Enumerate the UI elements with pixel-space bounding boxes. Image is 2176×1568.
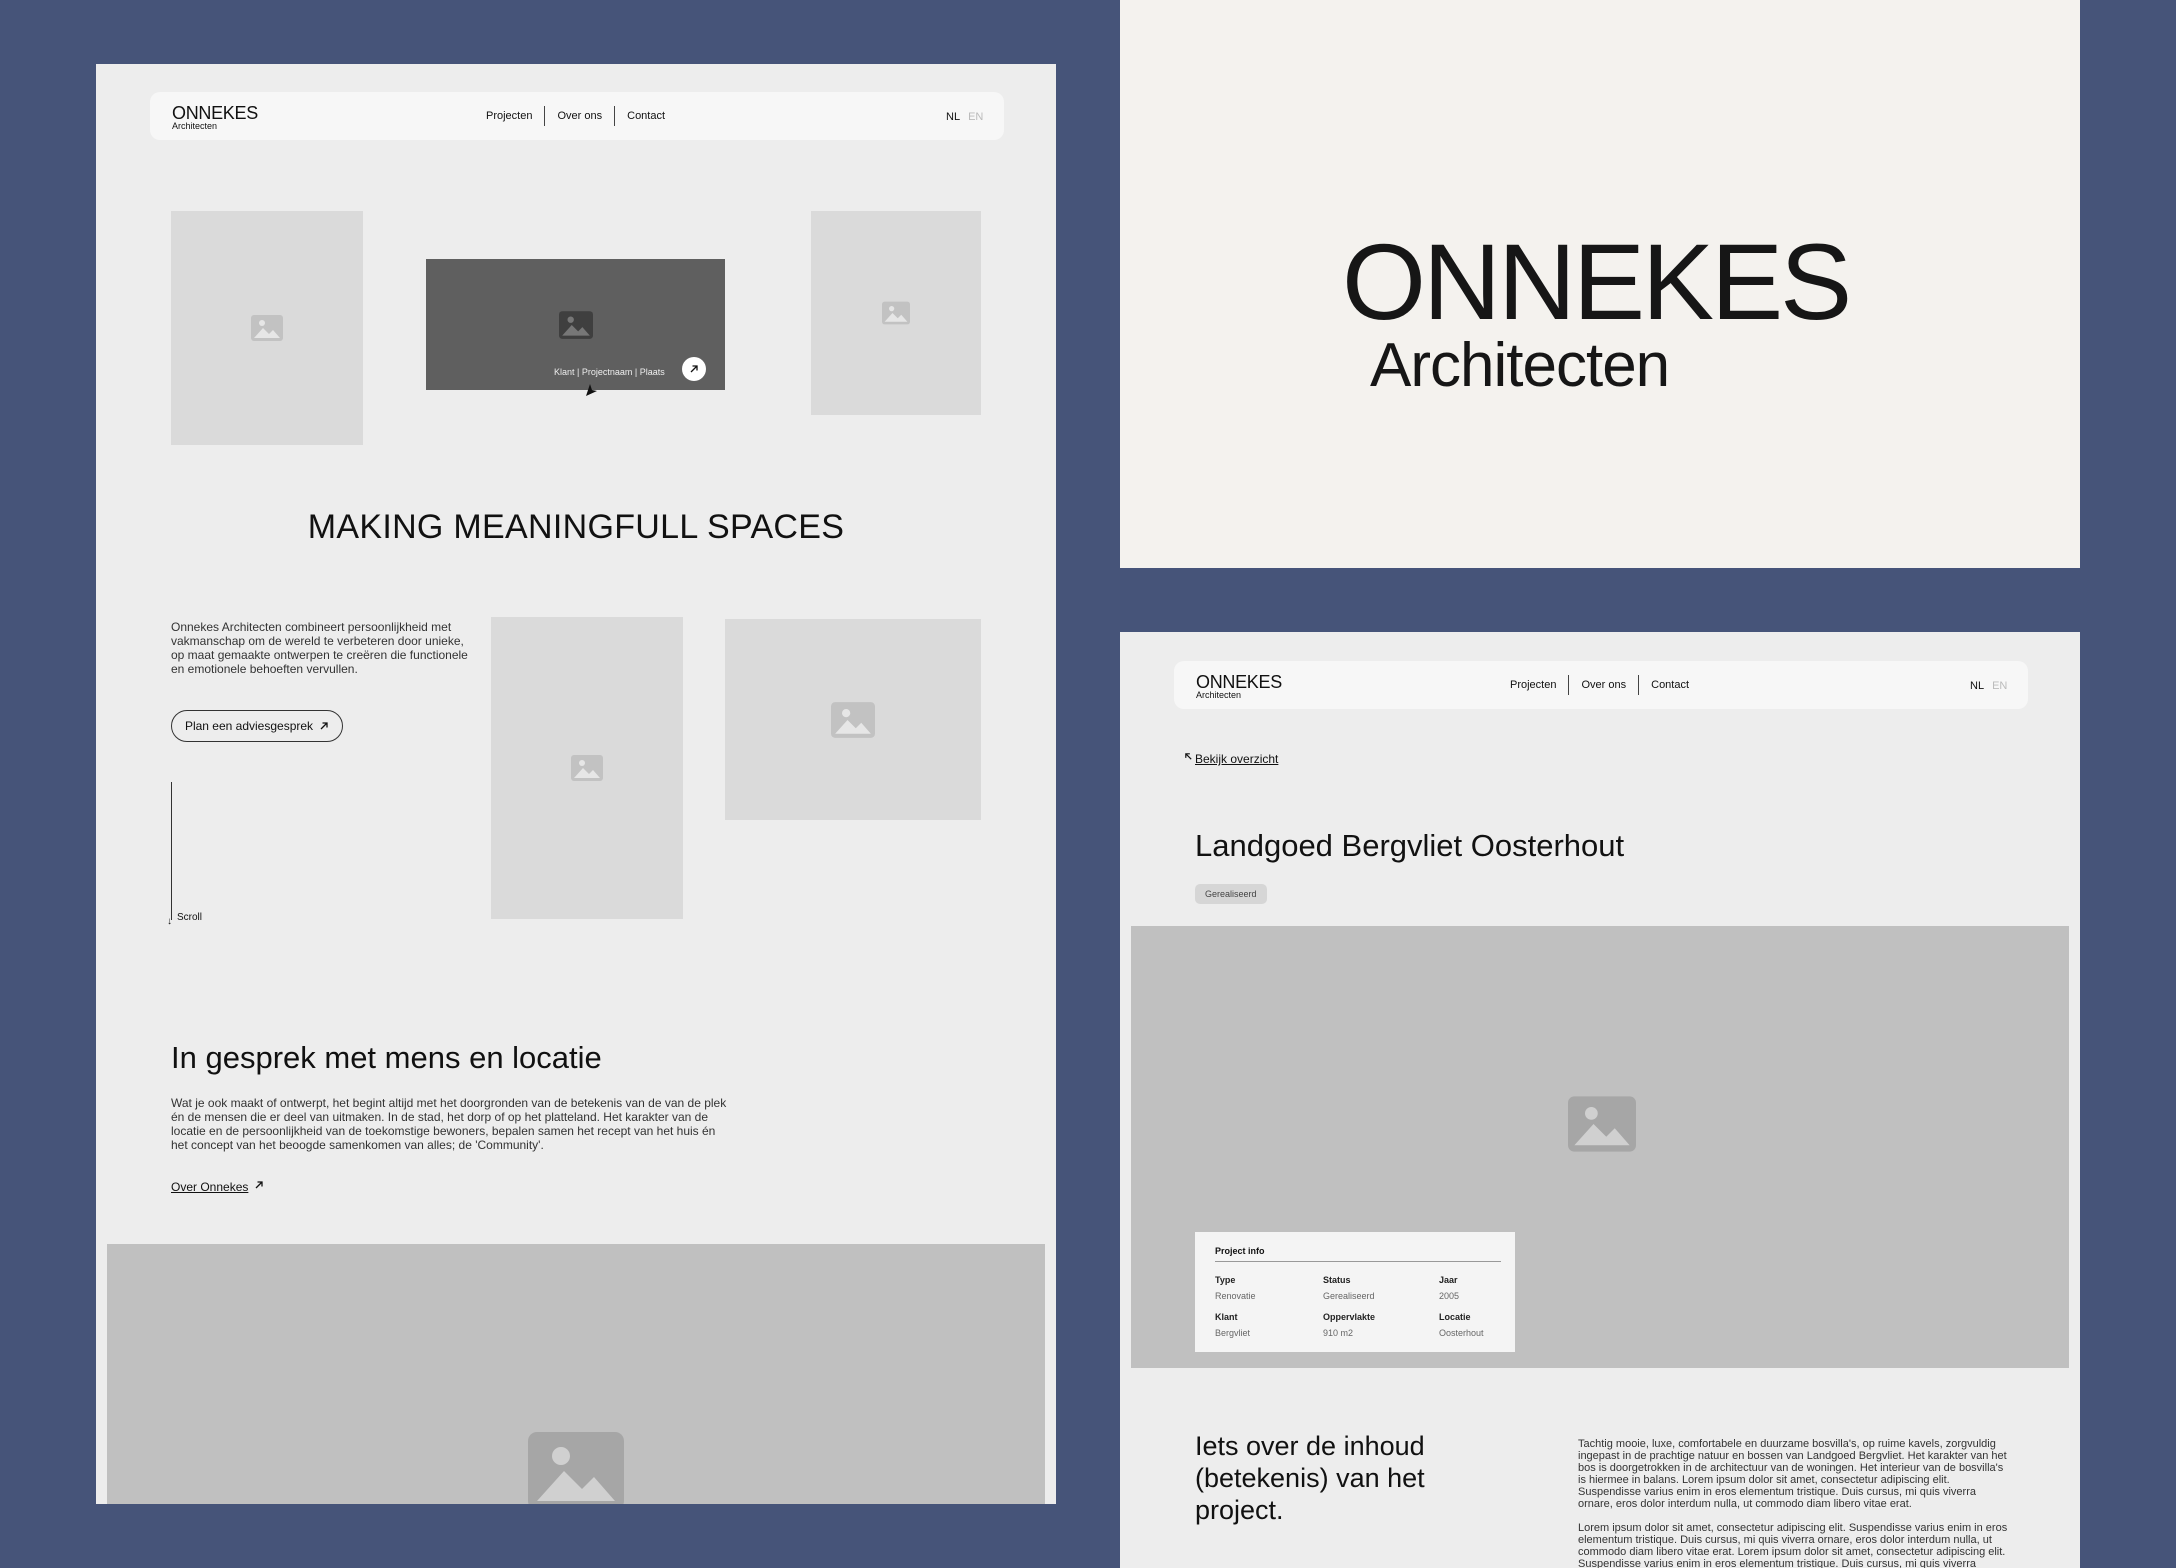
logo-wordmark: ONNEKES (1342, 221, 1852, 342)
project-hero-image: Project info Type Renovatie Status Gerea… (1131, 926, 2069, 1368)
hero-open-button[interactable] (682, 357, 706, 381)
brand-subtitle: Architecten (1196, 690, 1242, 700)
hero-image-right (811, 211, 981, 415)
hero-image-left (171, 211, 363, 445)
info-label-type: Type (1215, 1275, 1236, 1285)
content-paragraph-2: Lorem ipsum dolor sit amet, consectetur … (1578, 1522, 2008, 1568)
lang-nl[interactable]: NL (946, 111, 960, 123)
nav-link-contact[interactable]: Contact (627, 110, 665, 122)
image-placeholder-icon (251, 315, 283, 341)
image-placeholder-icon (528, 1432, 624, 1504)
content-image-tall (491, 617, 683, 919)
bottom-hero-image (107, 1244, 1045, 1504)
lang-en[interactable]: EN (968, 111, 983, 123)
nav-divider (544, 106, 546, 126)
image-placeholder-icon (882, 301, 910, 325)
arrow-up-left-icon (1185, 753, 1192, 760)
back-link-label: Bekijk overzicht (1195, 752, 1279, 766)
nav-divider (1638, 675, 1640, 695)
about-link-label: Over Onnekes (171, 1180, 249, 1194)
lang-nl[interactable]: NL (1970, 680, 1984, 692)
brand-subtitle: Architecten (172, 121, 218, 131)
divider (1215, 1261, 1501, 1262)
logo-subtitle: Architecten (1370, 331, 1670, 400)
section-body: Wat je ook maakt of ontwerpt, het begint… (171, 1096, 727, 1152)
scroll-line (171, 782, 172, 920)
nav-links: Projecten Over ons Contact (1510, 675, 1689, 695)
project-info-heading: Project info (1215, 1246, 1265, 1256)
cursor-icon (584, 382, 598, 403)
about-link[interactable]: Over Onnekes (171, 1180, 264, 1194)
info-value-klant: Bergvliet (1215, 1328, 1251, 1338)
info-label-klant: Klant (1215, 1312, 1238, 1322)
image-placeholder-icon (558, 310, 593, 339)
language-switch: NL EN (1970, 680, 2007, 692)
info-value-type: Renovatie (1215, 1291, 1256, 1301)
image-placeholder-icon (1568, 1096, 1636, 1157)
homepage-wireframe: ONNEKES Architecten Projecten Over ons C… (96, 64, 1056, 1504)
hero-image-featured[interactable]: Klant | Projectnaam | Plaats (426, 259, 725, 390)
content-paragraph-1: Tachtig mooie, luxe, comfortabele en duu… (1578, 1438, 2007, 1510)
arrow-up-right-icon (320, 722, 328, 730)
lang-en[interactable]: EN (1992, 680, 2007, 692)
info-label-jaar: Jaar (1439, 1275, 1458, 1285)
cta-button[interactable]: Plan een adviesgesprek (171, 710, 343, 742)
headline: MAKING MEANINGFULL SPACES (307, 508, 845, 546)
intro-text: Onnekes Architecten combineert persoonli… (171, 620, 468, 676)
content-title: Iets over de inhoud (betekenis) van het … (1195, 1431, 1425, 1525)
brand-name: ONNEKES (1196, 672, 1282, 692)
logo-card: ONNEKES Architecten (1120, 0, 2080, 568)
content-image-wide (725, 619, 981, 820)
nav-link-projecten[interactable]: Projecten (1510, 679, 1556, 691)
project-page-wireframe: ONNEKES Architecten Projecten Over ons C… (1120, 632, 2080, 1568)
info-label-locatie: Locatie (1439, 1312, 1471, 1322)
nav-link-over-ons[interactable]: Over ons (557, 110, 602, 122)
nav-link-contact[interactable]: Contact (1651, 679, 1689, 691)
info-label-status: Status (1323, 1275, 1351, 1285)
nav-divider (614, 106, 616, 126)
brand-name: ONNEKES (172, 103, 258, 123)
arrow-down-icon: ↓ (167, 916, 172, 927)
back-link[interactable]: Bekijk overzicht (1184, 752, 1278, 766)
cta-label: Plan een adviesgesprek (184, 719, 314, 733)
language-switch: NL EN (946, 111, 983, 123)
project-title: Landgoed Bergvliet Oosterhout (1195, 828, 1625, 863)
status-badge: Gerealiseerd (1195, 884, 1267, 904)
nav-link-projecten[interactable]: Projecten (486, 110, 532, 122)
brand-logo[interactable]: ONNEKES Architecten (1196, 673, 1282, 700)
section-title: In gesprek met mens en locatie (171, 1040, 602, 1075)
info-value-status: Gerealiseerd (1323, 1291, 1375, 1301)
hero-caption: Klant | Projectnaam | Plaats (554, 367, 665, 377)
top-navigation: ONNEKES Architecten Projecten Over ons C… (150, 92, 1004, 140)
content-body: Tachtig mooie, luxe, comfortabele en duu… (1578, 1438, 2008, 1568)
image-placeholder-icon (831, 701, 875, 738)
arrow-up-right-icon (690, 365, 698, 373)
info-value-oppervlakte: 910 m2 (1323, 1328, 1354, 1338)
nav-link-over-ons[interactable]: Over ons (1581, 679, 1626, 691)
image-placeholder-icon (571, 755, 603, 781)
brand-logo[interactable]: ONNEKES Architecten (172, 104, 258, 131)
info-value-locatie: Oosterhout (1439, 1328, 1484, 1338)
arrow-up-right-icon (255, 1181, 264, 1189)
project-info-card: Project info Type Renovatie Status Gerea… (1195, 1232, 1515, 1352)
nav-divider (1568, 675, 1570, 695)
nav-links: Projecten Over ons Contact (486, 106, 665, 126)
scroll-label[interactable]: Scroll (177, 912, 202, 923)
top-navigation: ONNEKES Architecten Projecten Over ons C… (1174, 661, 2028, 709)
info-value-jaar: 2005 (1439, 1291, 1460, 1301)
info-label-oppervlakte: Oppervlakte (1323, 1312, 1376, 1322)
